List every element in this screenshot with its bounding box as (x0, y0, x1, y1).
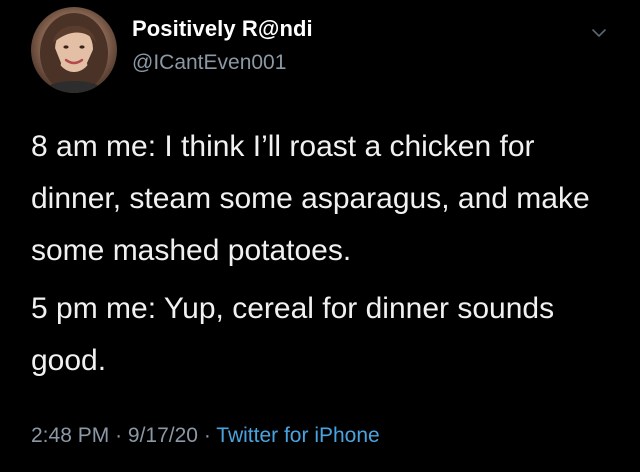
avatar[interactable] (31, 7, 117, 93)
separator: · (203, 424, 211, 447)
display-name[interactable]: Positively R@ndi (132, 16, 313, 42)
tweet-date[interactable]: 9/17/20 (128, 424, 198, 447)
tweet-card: Positively R@ndi @ICantEven001 8 am me: … (0, 0, 640, 472)
tweet-text: 8 am me: I think I’ll roast a chicken fo… (31, 121, 621, 387)
profile-photo (40, 13, 108, 93)
tweet-metadata: 2:48 PM · 9/17/20 · Twitter for iPhone (31, 424, 380, 448)
user-handle[interactable]: @ICantEven001 (132, 51, 286, 75)
tweet-paragraph-1: 8 am me: I think I’ll roast a chicken fo… (31, 130, 590, 267)
tweet-time[interactable]: 2:48 PM (31, 424, 109, 447)
tweet-paragraph-2: 5 pm me: Yup, cereal for dinner sounds g… (31, 292, 555, 377)
chevron-down-icon[interactable] (588, 22, 610, 44)
tweet-source-link[interactable]: Twitter for iPhone (216, 424, 379, 447)
separator: · (115, 424, 123, 447)
